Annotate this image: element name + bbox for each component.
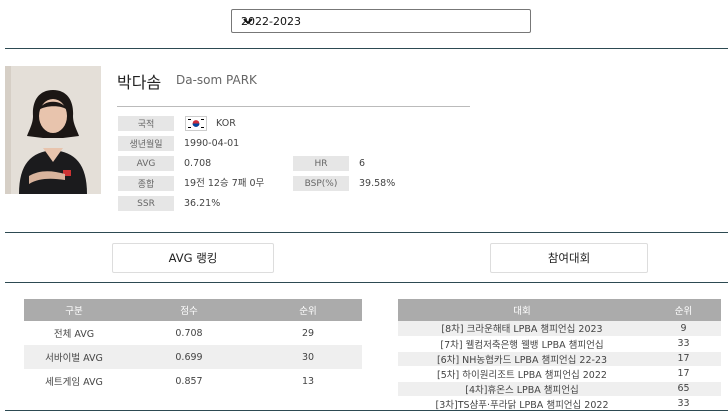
- record-label: 종합: [118, 176, 174, 191]
- table-row: 전체 AVG 0.708 29: [24, 321, 362, 345]
- tournament-name-cell: [4차]휴온스 LPBA 챔피언십: [398, 381, 646, 397]
- table-row: 서바이벌 AVG 0.699 30: [24, 345, 362, 369]
- rank-cell: 29: [301, 327, 315, 339]
- hr-value: 6: [359, 158, 366, 169]
- korea-flag-icon: [185, 116, 207, 131]
- tournament-name-cell: [5차] 하이원리조트 LPBA 챔피언십 2022: [398, 366, 646, 382]
- column-header: 순위: [646, 299, 721, 321]
- rank-cell: 17: [646, 366, 721, 382]
- player-photo: [5, 66, 101, 194]
- tournament-name-cell: [7차] 웰컴저축은행 웰뱅 LPBA 챔피언십: [398, 336, 646, 352]
- tournament-table: 대회 순위 [8차] 크라운해태 LPBA 챔피언십 2023 9 [7차] 웰…: [398, 299, 721, 412]
- tournament-name-cell: [3차]TS샴푸·푸라닭 LPBA 챔피언십 2022: [398, 396, 646, 412]
- tournaments-button[interactable]: 참여대회: [490, 243, 648, 273]
- rank-cell: 65: [646, 381, 721, 397]
- avg-ranking-button[interactable]: AVG 랭킹: [112, 243, 274, 273]
- bsp-value: 39.58%: [359, 178, 396, 189]
- nationality-value: KOR: [216, 118, 236, 129]
- ssr-label: SSR: [118, 196, 174, 211]
- rank-cell: 9: [646, 321, 721, 337]
- table-row[interactable]: [3차]TS샴푸·푸라닭 LPBA 챔피언십 2022 33: [398, 396, 721, 412]
- table-row[interactable]: [7차] 웰컴저축은행 웰뱅 LPBA 챔피언십 33: [398, 336, 721, 352]
- record-value: 19전 12승 7패 0무: [184, 178, 265, 189]
- tournament-name-cell: [6차] NH농협카드 LPBA 챔피언십 22-23: [398, 351, 646, 367]
- divider: [5, 410, 728, 411]
- divider: [5, 282, 728, 283]
- ssr-value: 36.21%: [184, 198, 221, 209]
- avg-value: 0.708: [184, 158, 212, 169]
- score-cell: 0.708: [175, 327, 203, 339]
- column-header: 대회: [398, 299, 646, 321]
- player-name-english: Da-som PARK: [176, 73, 257, 87]
- hr-label: HR: [293, 156, 349, 171]
- column-header: 순위: [254, 299, 362, 321]
- player-portrait-image: [5, 66, 101, 194]
- table-row[interactable]: [4차]휴온스 LPBA 챔피언십 65: [398, 381, 721, 397]
- category-cell: 서바이벌 AVG: [24, 345, 124, 369]
- table-row: 세트게임 AVG 0.857 13: [24, 369, 362, 393]
- rank-cell: 17: [646, 351, 721, 367]
- score-cell: 0.857: [175, 375, 203, 387]
- divider: [5, 232, 728, 233]
- nationality-label: 국적: [118, 116, 174, 131]
- birth-label: 생년월일: [118, 136, 174, 151]
- tournament-name-cell: [8차] 크라운해태 LPBA 챔피언십 2023: [398, 321, 646, 337]
- rank-cell: 33: [646, 336, 721, 352]
- table-row[interactable]: [6차] NH농협카드 LPBA 챔피언십 22-23 17: [398, 351, 721, 367]
- rank-cell: 33: [646, 396, 721, 412]
- column-header: 점수: [124, 299, 254, 321]
- avg-ranking-table: 구분 점수 순위 전체 AVG 0.708 29 서바이벌 AVG 0.699 …: [24, 299, 362, 393]
- avg-label: AVG: [118, 156, 174, 171]
- season-select-value: 2022-2023: [241, 14, 301, 28]
- score-cell: 0.699: [124, 345, 254, 369]
- name-divider: [117, 106, 470, 107]
- table-row[interactable]: [8차] 크라운해태 LPBA 챔피언십 2023 9: [398, 321, 721, 337]
- category-cell: 전체 AVG: [53, 329, 95, 340]
- category-cell: 세트게임 AVG: [45, 377, 103, 388]
- season-select[interactable]: 2022-2023: [231, 9, 531, 33]
- player-name-korean: 박다솜: [117, 73, 162, 92]
- birth-value: 1990-04-01: [184, 138, 240, 149]
- rank-cell: 30: [254, 345, 362, 369]
- bsp-label: BSP(%): [293, 176, 349, 191]
- rank-cell: 13: [301, 375, 315, 387]
- column-header: 구분: [24, 299, 124, 321]
- divider: [5, 48, 728, 49]
- table-row[interactable]: [5차] 하이원리조트 LPBA 챔피언십 2022 17: [398, 366, 721, 382]
